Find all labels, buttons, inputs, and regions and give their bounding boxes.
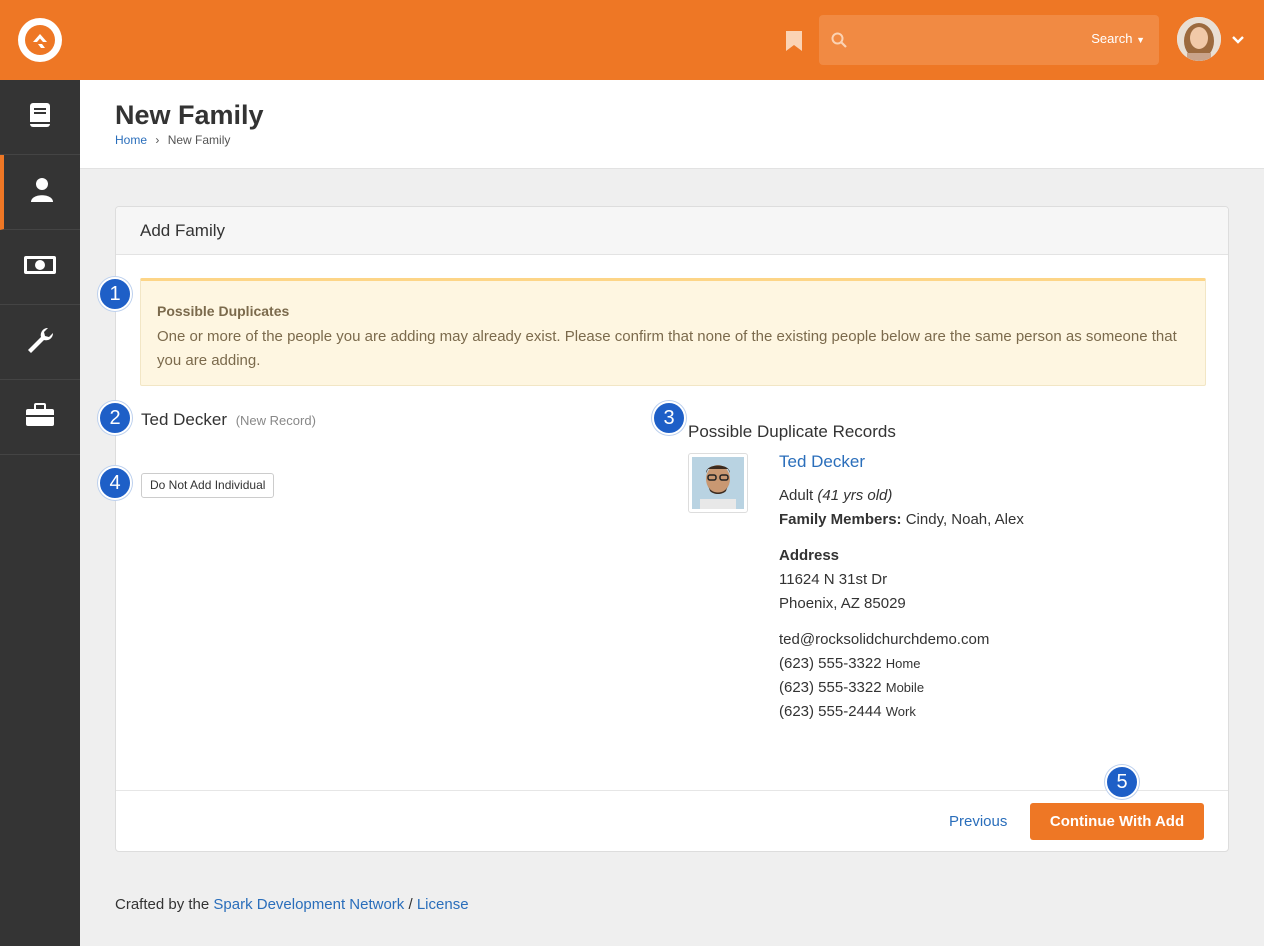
continue-with-add-button[interactable]: Continue With Add — [1030, 803, 1204, 840]
breadcrumb-current: New Family — [167, 133, 231, 147]
book-icon — [28, 102, 52, 132]
breadcrumb-home[interactable]: Home — [115, 133, 147, 147]
duplicates-alert: Possible Duplicates One or more of the p… — [140, 278, 1206, 386]
sidebar-item-admin[interactable] — [0, 380, 80, 455]
alert-title: Possible Duplicates — [157, 303, 290, 319]
phone-number: (623) 555-2444 — [779, 703, 882, 720]
duplicate-age: Adult (41 yrs old) — [779, 487, 892, 504]
new-record-tag: (New Record) — [235, 413, 316, 428]
page-header: New Family Home › New Family — [80, 80, 1264, 169]
phone-type: Home — [885, 656, 921, 671]
spark-network-link[interactable]: Spark Development Network — [213, 896, 404, 913]
annotation-badge-3: 3 — [652, 401, 686, 435]
phone-home: (623) 555-3322 Home — [779, 655, 920, 672]
panel-header: Add Family — [116, 207, 1228, 255]
search-input[interactable] — [859, 25, 1079, 55]
avatar[interactable] — [1177, 17, 1221, 61]
footer-prefix: Crafted by the — [115, 896, 210, 913]
page-title: New Family — [115, 100, 264, 130]
sidebar-item-people[interactable] — [0, 155, 80, 230]
previous-link[interactable]: Previous — [949, 813, 1007, 830]
panel-footer: Previous Continue With Add — [116, 790, 1228, 852]
search-icon — [831, 32, 847, 48]
page-footer: Crafted by the Spark Development Network… — [115, 896, 469, 913]
annotation-badge-1: 1 — [98, 277, 132, 311]
phone-type: Mobile — [885, 680, 925, 695]
duplicate-photo[interactable] — [688, 453, 748, 513]
chevron-down-icon[interactable] — [1231, 32, 1245, 46]
sidebar-item-finance[interactable] — [0, 230, 80, 305]
address-line2: Phoenix, AZ 85029 — [779, 595, 906, 612]
money-icon — [23, 255, 57, 279]
sidebar-item-book[interactable] — [0, 80, 80, 155]
bookmark-icon[interactable] — [785, 30, 803, 52]
age-detail: (41 yrs old) — [817, 487, 893, 504]
family-members: Cindy, Noah, Alex — [905, 511, 1024, 528]
briefcase-icon — [25, 403, 55, 431]
wrench-icon — [26, 326, 54, 358]
caret-down-icon: ▼ — [1136, 35, 1145, 45]
panel-title: Add Family — [140, 221, 226, 240]
duplicate-email: ted@rocksolidchurchdemo.com — [779, 631, 990, 648]
phone-type: Work — [885, 704, 916, 719]
footer-separator: / — [408, 896, 413, 913]
search-box: Search ▼ — [819, 15, 1159, 65]
new-person-name: Ted Decker — [141, 410, 227, 429]
annotation-badge-5: 5 — [1105, 765, 1139, 799]
alert-text: One or more of the people you are adding… — [157, 328, 1177, 369]
address-label: Address — [779, 547, 840, 564]
search-filter-dropdown[interactable]: Search ▼ — [1091, 31, 1145, 46]
phone-work: (623) 555-2444 Work — [779, 703, 916, 720]
address-line1: 11624 N 31st Dr — [779, 571, 888, 588]
age-label: Adult — [779, 487, 814, 504]
do-not-add-button[interactable]: Do Not Add Individual — [141, 473, 275, 498]
duplicate-family: Family Members: Cindy, Noah, Alex — [779, 511, 1024, 528]
phone-mobile: (623) 555-3322 Mobile — [779, 679, 924, 696]
chevron-right-icon: › — [155, 133, 160, 147]
search-filter-label: Search — [1091, 31, 1133, 46]
phone-number: (623) 555-3322 — [779, 679, 882, 696]
new-record-name: Ted Decker (New Record) — [141, 410, 316, 430]
annotation-badge-4: 4 — [98, 466, 132, 500]
family-label: Family Members: — [779, 511, 902, 528]
add-family-panel: Add Family Possible Duplicates One or mo… — [115, 206, 1229, 852]
duplicate-person-link[interactable]: Ted Decker — [779, 452, 865, 472]
duplicates-heading: Possible Duplicate Records — [688, 422, 896, 441]
license-link[interactable]: License — [417, 896, 469, 913]
rock-logo-icon[interactable] — [18, 18, 62, 62]
annotation-badge-2: 2 — [98, 401, 132, 435]
top-bar: Search ▼ — [0, 0, 1264, 80]
person-icon — [30, 177, 54, 207]
sidebar-item-tools[interactable] — [0, 305, 80, 380]
phone-number: (623) 555-3322 — [779, 655, 882, 672]
breadcrumb: Home › New Family — [115, 133, 230, 147]
sidebar — [0, 80, 80, 946]
